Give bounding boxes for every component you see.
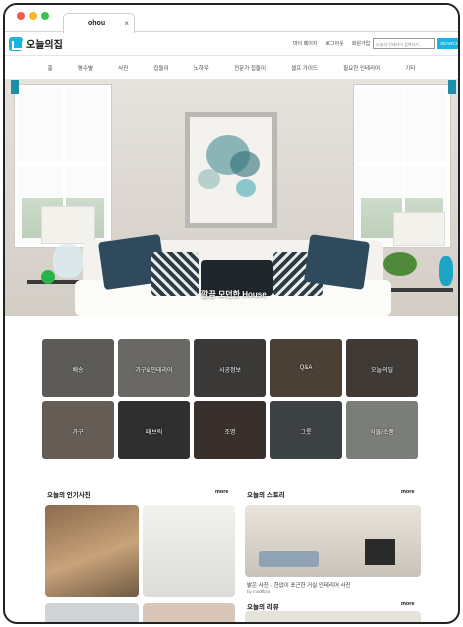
nav-item[interactable]: 전문가 집들이 <box>234 64 266 72</box>
story-photo[interactable] <box>245 505 421 577</box>
logo[interactable]: 오늘의집 <box>9 36 63 51</box>
popular-photo[interactable] <box>143 505 235 597</box>
nav-item[interactable]: 기타 <box>405 64 415 72</box>
nav-item[interactable]: 홈 <box>48 64 53 72</box>
pillow <box>303 234 371 290</box>
nav-item[interactable]: 셀프 가이드 <box>291 64 318 72</box>
nav-item[interactable]: 집들이 <box>153 64 168 72</box>
reviews-title: 오늘의 리뷰 <box>247 604 279 611</box>
category-lighting[interactable]: 조명 <box>194 401 266 459</box>
stories-title: 오늘의 스토리 <box>247 492 285 499</box>
maximize-window-button[interactable] <box>41 12 49 20</box>
category-grid: 배송 가구&인테리어 시공정보 Q&A 오늘의딜 가구 패브릭 조명 그릇 식물… <box>42 339 424 459</box>
green-vase <box>41 270 55 284</box>
category-construction[interactable]: 시공정보 <box>194 339 266 397</box>
popular-photos-title: 오늘의 인기사진 <box>47 492 91 499</box>
hero-banner[interactable] <box>5 80 458 316</box>
category-furniture[interactable]: 가구 <box>42 401 114 459</box>
minimize-window-button[interactable] <box>29 12 37 20</box>
story-caption: 밝은 사진 · 한없이 포근한 거실 인테리어 사진 <box>247 583 351 589</box>
lamp-shade-right <box>393 212 445 246</box>
popular-photos-more-link[interactable]: more <box>215 489 228 495</box>
nav-item[interactable]: 사진 <box>118 64 128 72</box>
plant <box>383 252 417 276</box>
nav-item[interactable]: 평수별 <box>78 64 93 72</box>
site-header: 오늘의집 마이 페이지 로그아웃 회원가입 오늘의 인테리어 검색하기... S… <box>5 32 458 56</box>
blue-vase <box>439 256 453 286</box>
pillow <box>151 252 199 296</box>
tab-title: ohou <box>88 20 106 27</box>
category-qna[interactable]: Q&A <box>270 339 342 397</box>
hero-caption: 깔끔 모던한 House <box>201 290 267 299</box>
lamp-shade-left <box>41 206 95 244</box>
category-furniture-interior[interactable]: 가구&인테리어 <box>118 339 190 397</box>
tab-close-icon[interactable]: × <box>124 19 129 28</box>
close-window-button[interactable] <box>17 12 25 20</box>
popular-photo[interactable] <box>45 505 139 597</box>
browser-window: ohou × 오늘의집 마이 페이지 로그아웃 회원가입 오늘의 인테리어 검색… <box>3 3 460 624</box>
reviews-more-link[interactable]: more <box>401 601 414 607</box>
side-table-right <box>389 288 453 292</box>
lamp-base-left <box>53 244 83 278</box>
logout-link[interactable]: 로그아웃 <box>325 40 343 47</box>
category-delivery[interactable]: 배송 <box>42 339 114 397</box>
stories-more-link[interactable]: more <box>401 489 414 495</box>
mypage-link[interactable]: 마이 페이지 <box>293 40 317 47</box>
nav-item[interactable]: 필요한 인테리어 <box>343 64 380 72</box>
category-plants[interactable]: 식물/소품 <box>346 401 418 459</box>
category-fabric[interactable]: 패브릭 <box>118 401 190 459</box>
review-photo[interactable] <box>245 611 421 622</box>
category-dishes[interactable]: 그릇 <box>270 401 342 459</box>
search-button[interactable]: SEARCH <box>437 38 458 49</box>
header-links: 마이 페이지 로그아웃 회원가입 <box>293 40 370 47</box>
signup-link[interactable]: 회원가입 <box>352 40 370 47</box>
browser-tab[interactable]: ohou × <box>63 13 135 33</box>
main-nav: 홈 평수별 사진 집들이 노하우 전문가 집들이 셀프 가이드 필요한 인테리어… <box>5 56 458 80</box>
story-source: by modfloor <box>247 589 271 594</box>
browser-titlebar: ohou × <box>5 5 458 33</box>
popular-photo[interactable] <box>143 603 235 622</box>
nav-item[interactable]: 노하우 <box>194 64 209 72</box>
hero-wall-art <box>185 112 277 228</box>
search-input[interactable]: 오늘의 인테리어 검색하기... <box>373 38 435 49</box>
house-icon <box>9 36 24 51</box>
category-deals[interactable]: 오늘의딜 <box>346 339 418 397</box>
popular-photo[interactable] <box>45 603 139 622</box>
logo-text: 오늘의집 <box>26 40 63 51</box>
